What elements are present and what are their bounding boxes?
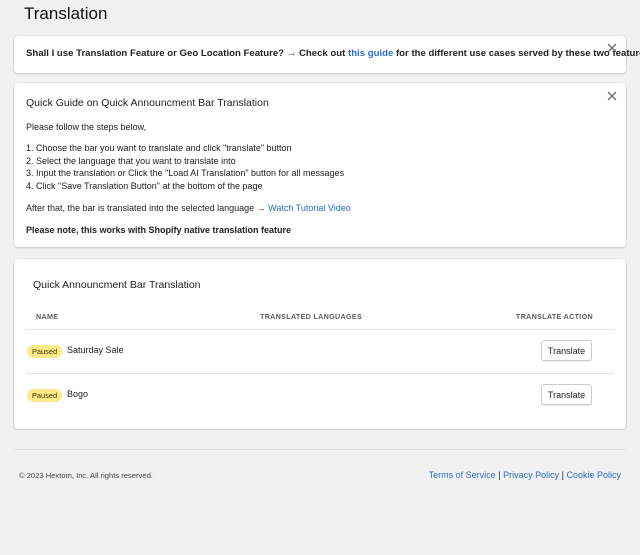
- quick-guide-card: Quick Guide on Quick Announcment Bar Tra…: [14, 83, 626, 247]
- terms-of-service-link[interactable]: Terms of Service: [429, 470, 496, 480]
- footer-links: Terms of Service | Privacy Policy | Cook…: [429, 470, 621, 480]
- translate-button[interactable]: Translate: [541, 340, 592, 361]
- column-header-translate-action: TRANSLATE ACTION: [515, 312, 593, 321]
- column-header-translated-languages: TRANSLATED LANGUAGES: [260, 312, 363, 321]
- table-title: Quick Announcment Bar Translation: [33, 279, 201, 291]
- guide-step: 2. Select the language that you want to …: [26, 155, 236, 166]
- footer-divider: [14, 449, 626, 450]
- guide-link[interactable]: this guide: [348, 48, 393, 59]
- guide-after-text: After that, the bar is translated into t…: [26, 203, 266, 214]
- close-icon[interactable]: [606, 42, 618, 54]
- page-title: Translation: [24, 4, 108, 23]
- cookie-policy-link[interactable]: Cookie Policy: [566, 470, 621, 480]
- bar-name: Bogo: [67, 389, 89, 399]
- banner-text-after: for the different use cases served by th…: [395, 48, 640, 59]
- bar-name: Saturday Sale: [67, 345, 124, 355]
- copyright: © 2023 Hextom, Inc. All rights reserved.: [19, 471, 153, 480]
- separator: |: [561, 470, 564, 480]
- translation-table-card: Quick Announcment Bar Translation NAME T…: [14, 259, 626, 429]
- tutorial-video-link[interactable]: Watch Tutorial Video: [268, 203, 351, 213]
- guide-body: Please follow the steps below, 1. Choose…: [26, 121, 351, 237]
- banner-text: Shall I use Translation Feature or Geo L…: [26, 48, 640, 59]
- column-header-name: NAME: [36, 312, 59, 321]
- guide-step: 4. Click "Save Translation Button" at th…: [26, 180, 263, 191]
- banner-text-before: Shall I use Translation Feature or Geo L…: [26, 48, 346, 59]
- info-banner: Shall I use Translation Feature or Geo L…: [14, 36, 640, 73]
- guide-after: After that, the bar is translated into t…: [26, 202, 351, 214]
- guide-step: 1. Choose the bar you want to translate …: [26, 143, 292, 154]
- guide-note: Please note, this works with Shopify nat…: [26, 225, 292, 236]
- guide-step: 3. Input the translation or Click the "L…: [26, 168, 345, 179]
- separator: |: [498, 470, 501, 480]
- table-row: Paused Saturday Sale Translate: [26, 330, 614, 373]
- status-badge: Paused: [27, 389, 63, 402]
- guide-steps: 1. Choose the bar you want to translate …: [26, 142, 351, 192]
- guide-title: Quick Guide on Quick Announcment Bar Tra…: [26, 97, 269, 109]
- table-row: Paused Bogo Translate: [26, 374, 614, 417]
- privacy-policy-link[interactable]: Privacy Policy: [503, 470, 559, 480]
- translate-button[interactable]: Translate: [541, 384, 592, 405]
- guide-intro: Please follow the steps below,: [26, 122, 147, 132]
- status-badge: Paused: [27, 345, 63, 358]
- close-icon[interactable]: [606, 90, 618, 102]
